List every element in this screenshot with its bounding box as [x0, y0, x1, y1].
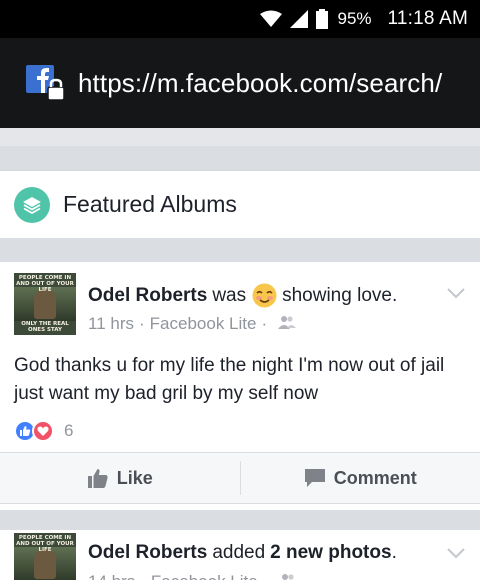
signal-icon: [289, 10, 308, 28]
battery-percent: 95%: [337, 9, 372, 28]
blushing-emoji-icon: [251, 282, 278, 309]
love-reaction-icon: [32, 420, 54, 442]
post-author[interactable]: Odel Roberts: [88, 542, 207, 564]
clock: 11:18 AM: [387, 8, 468, 29]
url-bar[interactable]: https://m.facebook.com/search/: [0, 38, 480, 128]
post-meta: 11 hrs · Facebook Lite ·: [88, 314, 297, 334]
status-bar: 95% 11:18 AM: [0, 0, 480, 38]
avatar[interactable]: PEOPLE COME IN AND OUT OF YOUR LIFE ONLY…: [14, 273, 76, 335]
post-time[interactable]: 11 hrs: [88, 314, 134, 334]
post-text: God thanks u for my life the night I'm n…: [14, 355, 445, 404]
feed-post: PEOPLE COME IN AND OUT OF YOUR LIFE Odel…: [0, 530, 480, 580]
friends-icon: [279, 572, 297, 580]
friends-icon: [278, 314, 297, 334]
featured-albums-row[interactable]: Featured Albums: [0, 170, 480, 238]
comment-label: Comment: [333, 467, 417, 488]
section-gap: [0, 510, 480, 530]
separator: ·: [139, 314, 145, 333]
like-label: Like: [116, 467, 153, 488]
post-verb: added: [212, 542, 266, 563]
avatar-caption-top: PEOPLE COME IN AND OUT OF YOUR LIFE: [16, 275, 74, 293]
post-source: Facebook Lite: [149, 314, 257, 333]
post-feeling: showing love.: [282, 284, 398, 306]
comment-button[interactable]: Comment: [241, 453, 480, 503]
thumbs-up-icon: [87, 467, 109, 489]
featured-albums-label: Featured Albums: [63, 191, 237, 217]
separator: ·: [263, 572, 269, 580]
facebook-lock-icon: [26, 63, 66, 103]
avatar[interactable]: PEOPLE COME IN AND OUT OF YOUR LIFE: [14, 533, 76, 580]
post-time[interactable]: 14 hrs: [88, 572, 135, 580]
battery-icon: [315, 9, 328, 29]
avatar-caption-bottom: ONLY THE REAL ONES STAY: [21, 321, 69, 333]
post-header: Odel Roberts added 2 new photos .: [88, 542, 397, 564]
section-gap: [0, 128, 480, 170]
section-gap: [0, 238, 480, 262]
separator: ·: [140, 572, 146, 580]
avatar-caption-top: PEOPLE COME IN AND OUT OF YOUR LIFE: [16, 535, 74, 553]
wifi-icon: [259, 10, 282, 28]
reactions-summary[interactable]: 6: [14, 420, 73, 442]
like-button[interactable]: Like: [0, 453, 240, 503]
layers-icon: [14, 186, 50, 223]
post-source: Facebook Lite: [151, 572, 258, 580]
chevron-down-icon[interactable]: [446, 286, 466, 304]
feed-post: PEOPLE COME IN AND OUT OF YOUR LIFE ONLY…: [0, 262, 480, 510]
separator: ·: [261, 314, 268, 333]
url-text[interactable]: https://m.facebook.com/search/: [78, 68, 442, 99]
comment-icon: [304, 468, 326, 488]
chevron-down-icon[interactable]: [446, 546, 466, 564]
reaction-count: 6: [64, 421, 74, 440]
post-photos-link[interactable]: 2 new photos: [270, 542, 391, 564]
post-actions: Like Comment: [0, 452, 480, 504]
post-header: Odel Roberts was showing love.: [88, 282, 397, 309]
post-author[interactable]: Odel Roberts: [88, 285, 207, 307]
post-verb: was: [212, 284, 247, 306]
post-period: .: [391, 542, 397, 563]
post-meta: 14 hrs · Facebook Lite ·: [88, 572, 297, 580]
